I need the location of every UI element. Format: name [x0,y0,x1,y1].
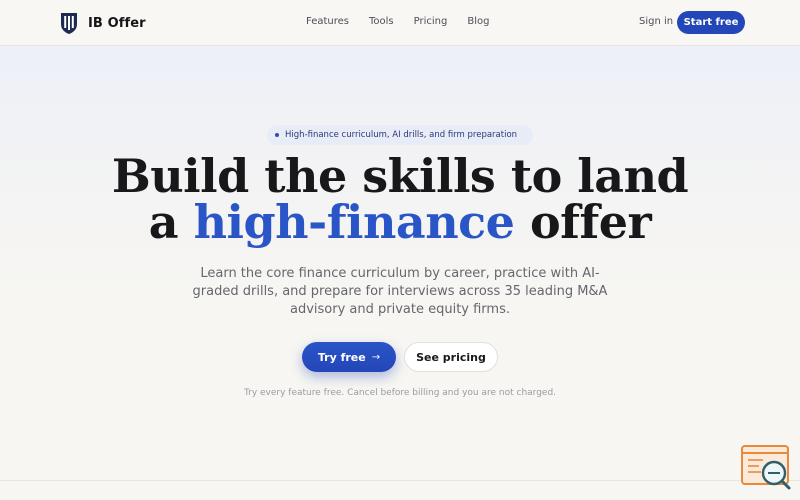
nav-link-tools[interactable]: Tools [369,16,394,27]
headline-line2-suffix: offer [514,195,652,249]
arrow-right-icon: → [371,351,381,363]
hero-subtext: Learn the core finance curriculum by car… [192,266,608,317]
nav-links: Features Tools Pricing Blog [306,16,509,27]
start-free-button[interactable]: Start free [677,11,745,34]
see-pricing-button[interactable]: See pricing [404,342,498,372]
hero-badge: High-finance curriculum, AI drills, and … [267,125,533,145]
navbar: IB Offer Features Tools Pricing Blog Sig… [0,0,800,46]
hero-section: High-finance curriculum, AI drills, and … [0,46,800,480]
billing-note: Try every feature free. Cancel before bi… [243,388,557,398]
try-free-label: Try free [317,350,366,364]
badge-dot-icon [275,133,279,137]
landing-page: IB Offer Features Tools Pricing Blog Sig… [0,0,800,500]
browser-search-icon [741,445,791,490]
headline-line2-prefix: a [148,195,194,249]
nav-link-blog[interactable]: Blog [467,16,489,27]
brand-name: IB Offer [88,15,146,31]
badge-text: High-finance curriculum, AI drills, and … [285,130,518,140]
try-free-button[interactable]: Try free → [302,342,396,372]
nav-link-pricing[interactable]: Pricing [414,16,448,27]
nav-link-features[interactable]: Features [306,16,349,27]
hero-headline: Build the skills to land a high-finance … [0,153,800,245]
section-divider [0,480,800,481]
headline-accent: high-finance [193,195,515,249]
brand-link[interactable]: IB Offer [59,11,146,35]
shield-pillars-icon [61,13,77,34]
signin-link[interactable]: Sign in [639,16,673,27]
floating-help-widget[interactable] [739,443,793,491]
